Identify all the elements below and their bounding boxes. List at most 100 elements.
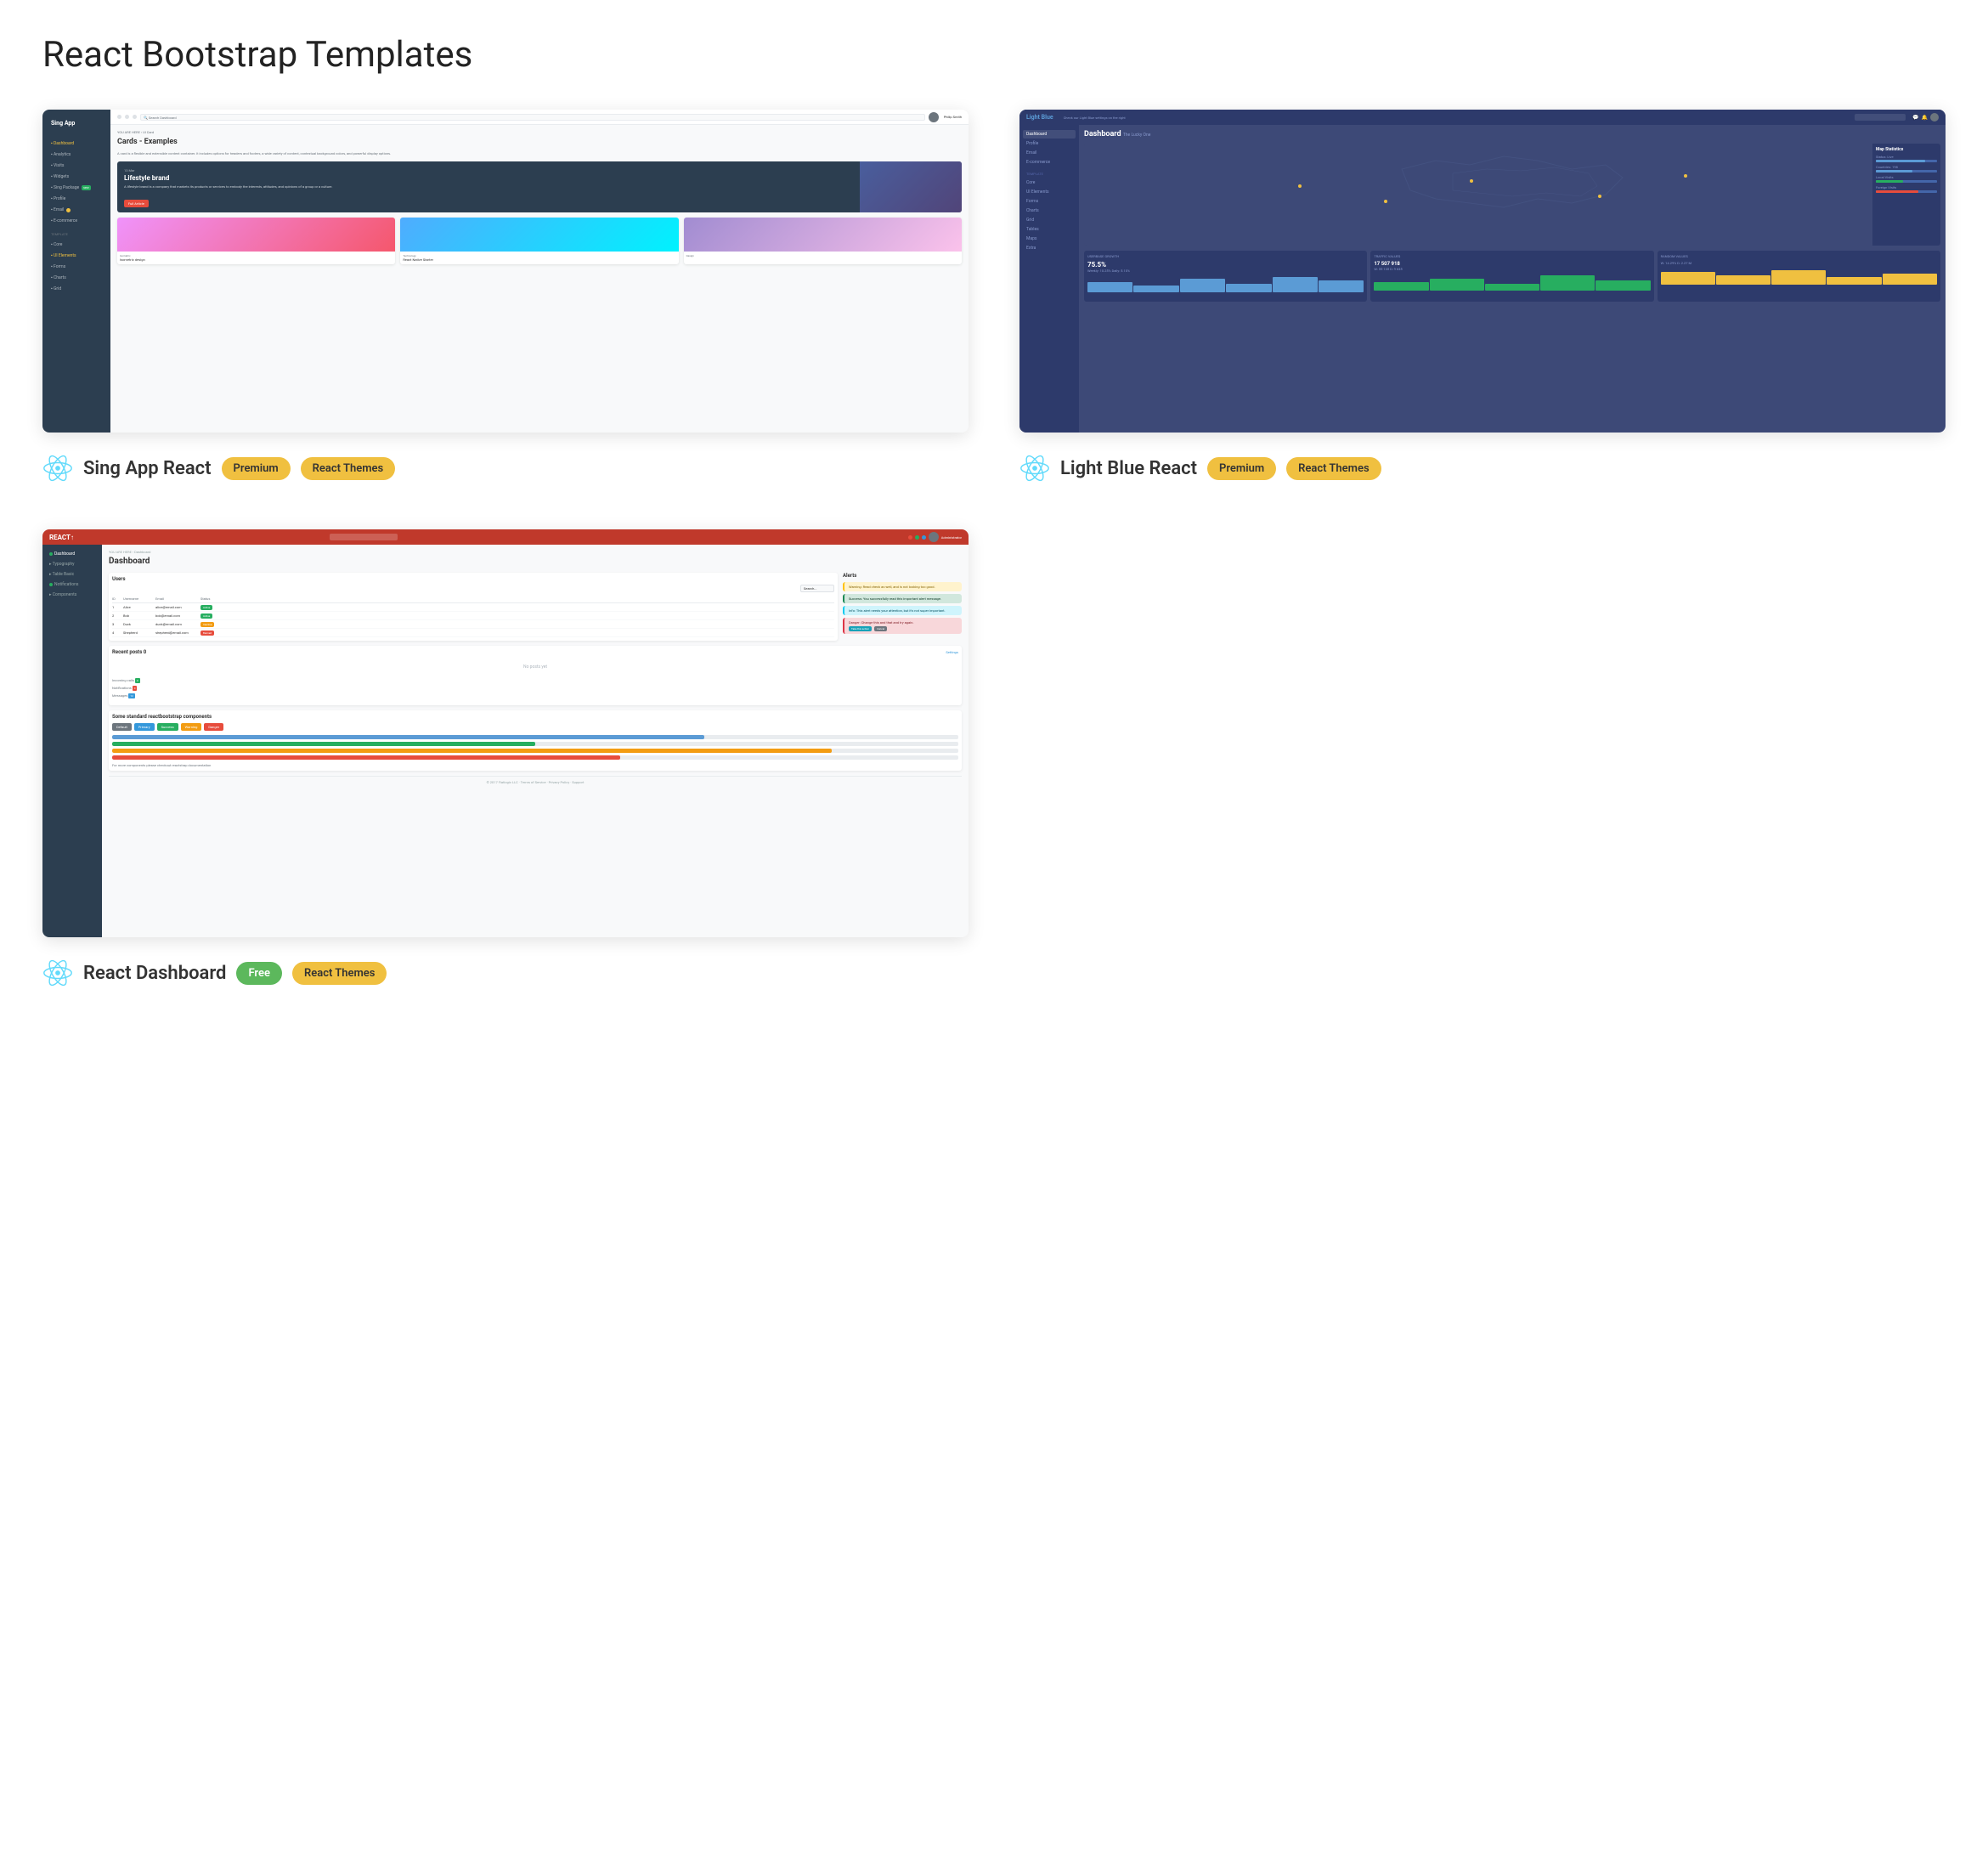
badge-react-themes-light-blue[interactable]: React Themes [1286,457,1381,480]
badge-react-themes-react-dashboard[interactable]: React Themes [292,962,387,985]
rd-btn-warning[interactable]: Warning [181,723,202,731]
rd-btn-primary[interactable]: Primary [134,723,155,731]
lb-icon-chat[interactable]: 💬 [1912,115,1918,121]
sing-nav-charts[interactable]: ▪ Charts [48,273,105,283]
rd-nav-typography[interactable]: ▸ Typography [46,560,99,568]
rd-progress-4 [112,755,958,760]
sing-hero-btn[interactable]: Full Article [124,200,149,207]
lb-nav-extra[interactable]: Extra [1023,244,1076,252]
template-preview-sing-app[interactable]: Sing App ▪ Dashboard ▪ Analytics ▪ Visit… [42,110,969,433]
rd-table-search[interactable]: Search... [800,585,834,592]
sing-card-2[interactable]: Technology React Native Starter [400,218,678,264]
lb-stat-fill-4 [1876,190,1918,193]
rd-alert-btn-take[interactable]: Take this action [849,626,872,631]
lb-stat-label-4: Foreign Visits [1876,185,1937,189]
sing-nav-core[interactable]: ▪ Core [48,240,105,250]
sing-card-img-2 [400,218,678,252]
templates-grid: Sing App ▪ Dashboard ▪ Analytics ▪ Visit… [42,110,1946,992]
rd-alert-1: Warning: Read check as well, and is not … [843,582,962,591]
rd-cell-email-3: duck@email.com [155,622,198,626]
lb-nav-profile[interactable]: Profile [1023,139,1076,148]
rd-page-title: Dashboard [109,557,962,566]
lb-body: Dashboard Profile Email E-commerce TEMPL… [1019,125,1946,433]
sing-nav-widgets[interactable]: ▪ Widgets [48,172,105,182]
rd-body: Dashboard ▸ Typography ▸ Table Basic Not… [42,545,969,937]
rd-dot-notifications [49,583,53,586]
rd-progress-3 [112,749,958,753]
rd-alert-3: Info: This alert needs your attention, b… [843,606,962,615]
lb-map-dots [1084,144,1940,246]
rd-alert-btn-cancel[interactable]: Cancel [874,626,887,631]
sing-search-bar[interactable]: 🔍 Search Dashboard [140,114,925,121]
lb-nav-core[interactable]: Core [1023,178,1076,187]
rd-btn-danger[interactable]: Danger [204,723,223,731]
rd-cell-user-1: Alice [123,605,153,609]
rd-dot-blue [922,535,926,540]
template-card-light-blue: Light Blue Check our Light Blue settings… [1019,110,1946,487]
lb-icon-bell[interactable]: 🔔 [1922,115,1928,121]
lb-panel-title-2: TRAFFIC VALUES [1374,254,1650,258]
lb-bottom-panels: USERBASE GROWTH 75.5% Weekly: 10.25% Dai… [1084,251,1940,302]
lb-panel-userbase: USERBASE GROWTH 75.5% Weekly: 10.25% Dai… [1084,251,1367,302]
sing-card-3[interactable]: Design [684,218,962,264]
rd-cell-user-3: Duck [123,622,153,626]
lb-nav-grid[interactable]: Grid [1023,216,1076,224]
rd-nav-dashboard[interactable]: Dashboard [46,550,99,558]
rd-progress-fill-4 [112,755,620,760]
sing-nav-grid[interactable]: ▪ Grid [48,284,105,294]
rd-nav-components[interactable]: ▸ Components [46,591,99,599]
lb-nav-tables[interactable]: Tables [1023,225,1076,234]
sing-nav-email[interactable]: ▪ Email [48,205,105,215]
rd-btn-success[interactable]: Success [157,723,178,731]
sing-nav-ecommerce[interactable]: ▪ E-commerce [48,216,105,226]
lb-nav-forms[interactable]: Forms [1023,197,1076,206]
lb-search[interactable] [1855,114,1906,121]
rd-search[interactable] [330,534,398,540]
sing-nav-forms[interactable]: ▪ Forms [48,262,105,272]
rd-btn-default[interactable]: Default [112,723,132,731]
badge-free-react-dashboard[interactable]: Free [236,962,282,985]
sing-nav-analytics[interactable]: ▪ Analytics [48,150,105,160]
template-info-light-blue: Light Blue React Premium React Themes [1019,450,1946,487]
rd-avatar [929,532,939,542]
rd-cell-email-1: alice@email.com [155,605,198,609]
rd-nav-notifications[interactable]: Notifications [46,580,99,589]
sing-nav-dashboard[interactable]: ▪ Dashboard [48,139,105,149]
sing-card-body-3: Design [684,252,962,260]
lb-stat-bar-4 [1876,190,1937,193]
sing-nav-profile[interactable]: ▪ Profile [48,194,105,204]
sing-nav-sing-package[interactable]: ▪ Sing Package NEW [48,183,105,193]
lb-nav-maps[interactable]: Maps [1023,235,1076,243]
rd-nav-table[interactable]: ▸ Table Basic [46,570,99,579]
sing-card-1[interactable]: Isometric Isometric design [117,218,395,264]
lb-stat-label-2: Countries: 198 [1876,165,1937,169]
sing-hero-card[interactable]: 13 Mar Lifestyle brand A lifestyle brand… [117,161,962,212]
rd-recent-posts-settings[interactable]: Settings [946,650,958,654]
rd-alert-buttons: Take this action Cancel [849,626,957,631]
lb-stat-fill-2 [1876,170,1912,172]
sing-topbar-btn2 [125,115,129,119]
badge-premium-light-blue[interactable]: Premium [1207,457,1276,480]
badge-react-themes-sing-app[interactable]: React Themes [301,457,396,480]
sing-nav-visits[interactable]: ▪ Visits [48,161,105,171]
lb-nav-charts[interactable]: Charts [1023,206,1076,215]
sing-page-title: Cards - Examples [117,138,962,146]
rd-table-row-3: 3 Duck duck@email.com Inactive [112,620,834,629]
rd-cell-status-2: Active [200,614,222,618]
badge-premium-sing-app[interactable]: Premium [222,457,291,480]
rd-recent-posts-title: Recent posts 0 [112,649,146,655]
template-info-react-dashboard: React Dashboard Free React Themes [42,954,969,992]
lb-nav-ecommerce[interactable]: E-commerce [1023,158,1076,167]
sing-user-avatar [929,112,939,122]
lb-topbar-icons: 💬 🔔 [1912,113,1939,122]
template-preview-react-dashboard[interactable]: REACT↑ Administrator [42,529,969,937]
sing-logo: Sing App [48,116,105,130]
lb-nav-dashboard[interactable]: Dashboard [1023,130,1076,139]
lb-nav-email[interactable]: Email [1023,149,1076,157]
rd-component-buttons: Default Primary Success Warning Danger [112,723,958,731]
lb-nav-ui[interactable]: UI Elements [1023,188,1076,196]
template-preview-light-blue[interactable]: Light Blue Check our Light Blue settings… [1019,110,1946,433]
sing-nav-ui-elements[interactable]: ▪ UI Elements [48,251,105,261]
rd-cell-user-2: Bob [123,614,153,618]
lb-bar-5 [1273,277,1318,292]
